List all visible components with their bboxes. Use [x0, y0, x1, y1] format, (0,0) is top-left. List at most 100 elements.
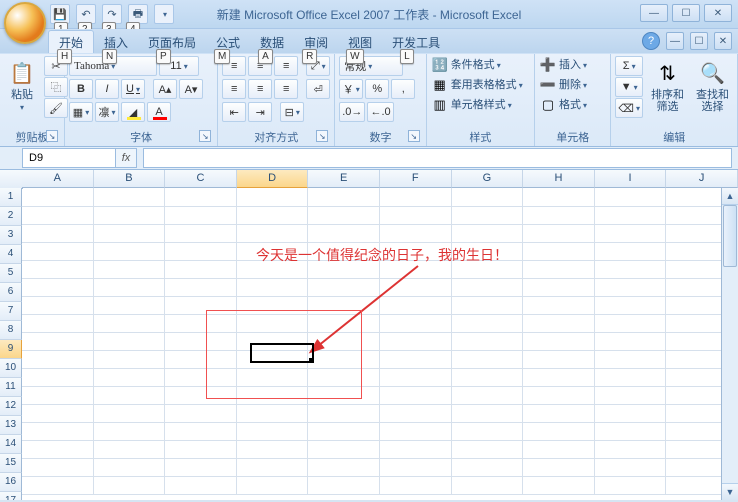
cell[interactable] [22, 386, 94, 405]
row-header[interactable]: 15 [0, 454, 22, 473]
cell[interactable] [237, 476, 309, 495]
cell[interactable] [165, 404, 237, 423]
cell[interactable] [595, 368, 667, 387]
cell[interactable] [22, 476, 94, 495]
cell[interactable] [308, 224, 380, 243]
row-header[interactable]: 11 [0, 378, 22, 397]
cell[interactable] [452, 458, 524, 477]
cell[interactable] [380, 368, 452, 387]
row-header[interactable]: 17 [0, 492, 22, 500]
tab-layout[interactable]: 页面布局 P [138, 31, 206, 53]
row-header[interactable]: 5 [0, 264, 22, 283]
cell[interactable] [523, 422, 595, 441]
tab-insert[interactable]: 插入 N [94, 31, 138, 53]
close-button[interactable]: ✕ [704, 4, 732, 22]
cell[interactable] [523, 242, 595, 261]
cell[interactable] [595, 476, 667, 495]
cell[interactable] [523, 278, 595, 297]
fx-button[interactable]: fx [116, 148, 137, 168]
underline-button[interactable]: U [121, 79, 145, 99]
cell[interactable] [380, 206, 452, 225]
tab-data[interactable]: 数据 A [250, 31, 294, 53]
cell[interactable] [595, 386, 667, 405]
cell[interactable] [308, 278, 380, 297]
wrap-text-icon[interactable]: ⏎ [306, 79, 330, 99]
scroll-up-icon[interactable]: ▲ [722, 188, 738, 205]
italic-button[interactable]: I [95, 79, 119, 99]
cell[interactable] [94, 404, 166, 423]
cell[interactable] [94, 188, 166, 207]
cell[interactable] [237, 206, 309, 225]
cell[interactable] [523, 404, 595, 423]
qat-print-icon[interactable]: 🖶 [128, 4, 148, 24]
cell[interactable] [452, 476, 524, 495]
vertical-scrollbar[interactable]: ▲ ▼ [721, 188, 738, 500]
cell[interactable] [237, 440, 309, 459]
cell-styles-button[interactable]: ▥单元格样式 [431, 96, 512, 114]
cell[interactable] [523, 260, 595, 279]
cell[interactable] [22, 314, 94, 333]
cell[interactable] [452, 314, 524, 333]
select-all-corner[interactable] [0, 170, 23, 189]
column-header[interactable]: E [308, 170, 380, 188]
find-select-button[interactable]: 🔍 查找和 选择 [692, 56, 733, 116]
cell[interactable] [452, 278, 524, 297]
cell[interactable] [94, 278, 166, 297]
cell[interactable] [94, 386, 166, 405]
cell[interactable] [22, 404, 94, 423]
phonetic-icon[interactable]: 凛 [95, 102, 119, 122]
cell[interactable] [308, 476, 380, 495]
alignment-launcher-icon[interactable]: ↘ [316, 130, 328, 142]
cell[interactable] [94, 314, 166, 333]
cell[interactable] [380, 350, 452, 369]
cell[interactable] [94, 350, 166, 369]
help-icon[interactable]: ? [642, 32, 660, 50]
row-header[interactable]: 1 [0, 188, 22, 207]
decrease-decimal-icon[interactable]: ←.0 [367, 102, 393, 122]
minimize-button[interactable]: — [640, 4, 668, 22]
cell[interactable] [94, 422, 166, 441]
cell[interactable] [237, 188, 309, 207]
number-launcher-icon[interactable]: ↘ [408, 130, 420, 142]
shrink-font-icon[interactable]: A▾ [179, 79, 203, 99]
column-header[interactable]: D [237, 170, 309, 188]
cell[interactable] [165, 314, 237, 333]
cell[interactable] [452, 440, 524, 459]
cell[interactable] [308, 296, 380, 315]
cell[interactable] [595, 224, 667, 243]
cell[interactable] [165, 422, 237, 441]
cell[interactable] [452, 188, 524, 207]
cell[interactable] [595, 404, 667, 423]
cell[interactable] [22, 458, 94, 477]
cell[interactable] [380, 314, 452, 333]
cell[interactable] [523, 206, 595, 225]
cell[interactable] [22, 350, 94, 369]
cell[interactable] [237, 404, 309, 423]
formula-input[interactable] [143, 148, 732, 168]
cell[interactable] [308, 458, 380, 477]
cell[interactable] [595, 332, 667, 351]
clipboard-launcher-icon[interactable]: ↘ [46, 130, 58, 142]
format-cells-button[interactable]: ▢格式 [539, 96, 587, 114]
cell[interactable] [452, 224, 524, 243]
cell[interactable] [22, 188, 94, 207]
row-header[interactable]: 7 [0, 302, 22, 321]
column-header[interactable]: A [22, 170, 94, 188]
autosum-icon[interactable]: Σ [615, 56, 643, 76]
cell[interactable] [237, 368, 309, 387]
cell[interactable] [595, 260, 667, 279]
fill-icon[interactable]: ▼ [615, 77, 643, 97]
cell[interactable] [308, 188, 380, 207]
cell[interactable] [452, 368, 524, 387]
cell[interactable] [380, 224, 452, 243]
cell[interactable] [523, 314, 595, 333]
tab-view[interactable]: 视图 W [338, 31, 382, 53]
cell[interactable] [22, 422, 94, 441]
cell[interactable] [452, 296, 524, 315]
cell[interactable] [523, 188, 595, 207]
tab-home[interactable]: 开始 H [48, 30, 94, 53]
column-header[interactable]: H [523, 170, 595, 188]
cell[interactable] [308, 440, 380, 459]
column-header[interactable]: C [165, 170, 237, 188]
cell[interactable] [22, 296, 94, 315]
